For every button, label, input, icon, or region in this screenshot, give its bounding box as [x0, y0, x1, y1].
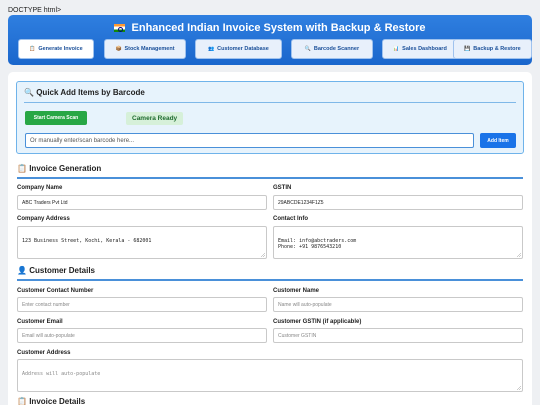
customer-gstin-label: Customer GSTIN (if applicable)	[273, 319, 362, 325]
quick-add-title: 🔍 Quick Add Items by Barcode	[24, 88, 145, 97]
tab-backup-restore[interactable]: 💾 Backup & Restore	[453, 39, 532, 59]
gstin-label: GSTIN	[273, 185, 292, 191]
customer-contact-label: Customer Contact Number	[17, 288, 94, 294]
tab-stock-management[interactable]: 📦 Stock Management	[104, 39, 186, 59]
main-nav: 📋 Generate Invoice 📦 Stock Management 👥 …	[18, 39, 532, 59]
app-title: Enhanced Indian Invoice System with Back…	[8, 22, 532, 34]
tab-customer-database[interactable]: 👥 Customer Database	[195, 39, 282, 59]
customer-address-placeholder: Address will auto-populate	[22, 370, 101, 377]
quick-add-divider	[24, 102, 516, 103]
resize-handle-icon[interactable]	[261, 253, 265, 257]
quick-add-panel: 🔍 Quick Add Items by Barcode Start Camer…	[16, 81, 524, 154]
chart-icon: 📊	[393, 46, 400, 52]
contact-info-label: Contact Info	[273, 216, 308, 222]
clipboard-icon: 📋	[17, 397, 27, 405]
resize-handle-icon[interactable]	[517, 253, 521, 257]
add-item-button[interactable]: Add Item	[480, 133, 516, 148]
tab-barcode-scanner[interactable]: 🔍 Barcode Scanner	[291, 39, 373, 59]
user-icon: 👤	[17, 266, 27, 275]
scanner-icon: 🔍	[304, 46, 312, 52]
invoice-generation-divider	[17, 177, 523, 179]
contact-info-text: Email: info@abctraders.com Phone: +91 98…	[278, 237, 357, 251]
customer-details-heading: 👤 Customer Details	[17, 266, 95, 275]
app-title-text: Enhanced Indian Invoice System with Back…	[131, 22, 426, 34]
tab-stock-management-label: Stock Management	[124, 46, 175, 52]
customer-details-title: Customer Details	[29, 266, 95, 275]
resize-handle-icon[interactable]	[517, 386, 521, 390]
app-header: Enhanced Indian Invoice System with Back…	[8, 15, 532, 65]
contact-info-field[interactable]: Email: info@abctraders.com Phone: +91 98…	[273, 226, 523, 259]
customer-email-label: Customer Email	[17, 319, 63, 325]
customer-details-divider	[17, 279, 523, 281]
customer-address-field[interactable]: Address will auto-populate	[17, 359, 523, 392]
box-icon: 📦	[115, 46, 122, 52]
tab-backup-restore-label: Backup & Restore	[473, 46, 521, 52]
floppy-icon: 💾	[464, 46, 471, 52]
barcode-input[interactable]: Or manually enter/scan barcode here...	[25, 133, 474, 148]
invoice-generation-title: Invoice Generation	[29, 164, 102, 173]
tab-barcode-scanner-label: Barcode Scanner	[313, 46, 360, 52]
customer-address-label: Customer Address	[17, 350, 71, 356]
tab-generate-invoice-label: Generate Invoice	[38, 46, 83, 52]
india-flag-icon	[114, 24, 126, 32]
customer-email-field[interactable]: Email will auto-populate	[17, 328, 267, 343]
camera-status-badge: Camera Ready	[126, 112, 184, 125]
magnifier-icon: 🔍	[24, 88, 34, 97]
customer-name-label: Customer Name	[273, 288, 320, 294]
quick-add-title-text: Quick Add Items by Barcode	[36, 88, 145, 97]
tab-sales-dashboard-label: Sales Dashboard	[402, 46, 447, 52]
start-camera-button[interactable]: Start Camera Scan	[25, 111, 87, 125]
company-address-label: Company Address	[17, 216, 70, 222]
company-name-label: Company Name	[17, 185, 63, 191]
invoice-generation-heading: 📋 Invoice Generation	[17, 164, 101, 173]
tab-customer-database-label: Customer Database	[217, 46, 269, 52]
customer-contact-field[interactable]: Enter contact number	[17, 297, 267, 312]
doctype-text: DOCTYPE html>	[8, 7, 62, 14]
invoice-details-heading: 📋 Invoice Details	[17, 397, 85, 405]
customer-gstin-field[interactable]: Customer GSTIN	[273, 328, 523, 343]
company-address-field[interactable]: 123 Business Street, Kochi, Kerala - 682…	[17, 226, 267, 259]
gstin-field[interactable]: 29ABCDE1234F1Z5	[273, 195, 523, 210]
customer-name-field[interactable]: Name will auto-populate	[273, 297, 523, 312]
clipboard-icon: 📋	[17, 164, 27, 173]
clipboard-icon: 📋	[29, 46, 36, 52]
tab-sales-dashboard[interactable]: 📊 Sales Dashboard	[382, 39, 458, 59]
company-name-field[interactable]: ABC Traders Pvt Ltd	[17, 195, 267, 210]
users-icon: 👥	[208, 46, 215, 52]
tab-generate-invoice[interactable]: 📋 Generate Invoice	[18, 39, 94, 59]
invoice-details-title: Invoice Details	[29, 397, 86, 405]
company-address-text: 123 Business Street, Kochi, Kerala - 682…	[22, 237, 152, 244]
